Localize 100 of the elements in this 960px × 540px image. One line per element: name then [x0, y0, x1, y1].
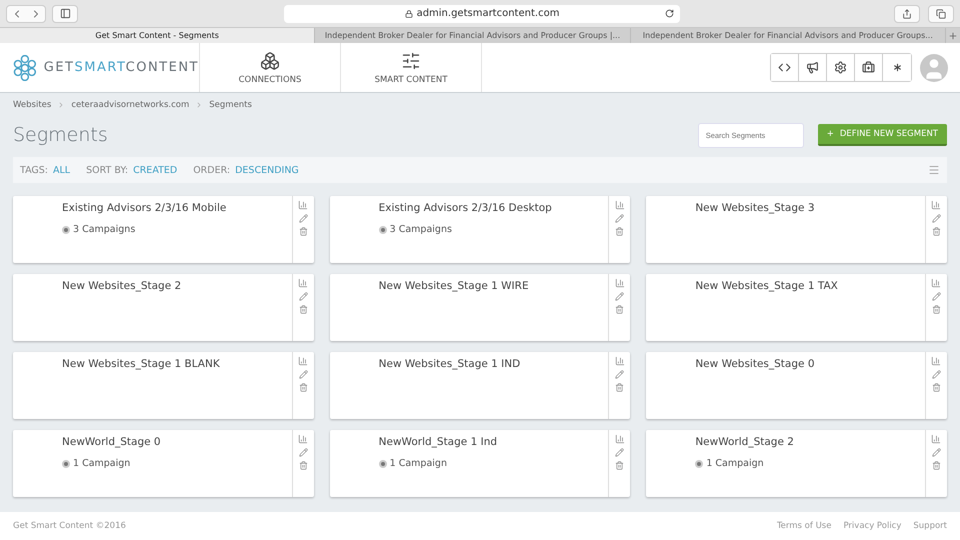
campaign-count: 3 Campaigns	[378, 224, 608, 235]
chart-icon[interactable]	[298, 200, 308, 210]
page-title: Segments	[13, 124, 108, 146]
trash-icon[interactable]	[615, 305, 624, 314]
edit-icon[interactable]	[615, 292, 624, 301]
segment-name: New Websites_Stage 1 TAX	[695, 280, 839, 292]
chart-icon[interactable]	[298, 356, 308, 366]
tabs-button[interactable]	[928, 4, 954, 22]
edit-icon[interactable]	[298, 448, 308, 457]
megaphone-icon	[806, 61, 819, 74]
chart-icon[interactable]	[931, 434, 942, 444]
filter-label: TAGS:	[20, 164, 48, 176]
nav-item[interactable]: CONNECTIONS	[200, 43, 341, 92]
plus-icon	[948, 30, 958, 40]
edit-icon[interactable]	[932, 370, 941, 379]
chart-icon[interactable]	[931, 278, 942, 288]
segment-card[interactable]: NewWorld_Stage 1 Ind 1 Campaign	[330, 430, 630, 497]
code-icon	[778, 61, 791, 74]
segment-name: New Websites_Stage 1 WIRE	[378, 280, 530, 292]
lock-icon	[404, 10, 413, 18]
chart-icon[interactable]	[931, 200, 942, 210]
tabs-icon	[936, 8, 946, 18]
logo-text: GETSMARTCONTENT	[44, 60, 199, 75]
chart-icon[interactable]	[614, 356, 625, 366]
segment-card[interactable]: NewWorld_Stage 2 1 Campaign	[646, 430, 947, 497]
share-button[interactable]	[894, 4, 920, 22]
segment-name: New Websites_Stage 3	[695, 202, 816, 214]
edit-icon[interactable]	[298, 292, 308, 301]
breadcrumb-item[interactable]: ceteraadvisornetworks.com	[71, 100, 190, 110]
edit-icon[interactable]	[298, 214, 308, 223]
segment-card[interactable]: New Websites_Stage 1 TAX	[646, 274, 947, 341]
edit-icon[interactable]	[615, 214, 624, 223]
edit-icon[interactable]	[615, 370, 624, 379]
edit-icon[interactable]	[615, 448, 624, 457]
segment-name: New Websites_Stage 0	[695, 358, 816, 370]
chart-icon[interactable]	[298, 434, 308, 444]
settings-icon	[834, 61, 847, 74]
segment-card[interactable]: Existing Advisors 2/3/16 Mobile 3 Campaigns	[13, 196, 314, 263]
trash-icon[interactable]	[615, 227, 624, 236]
campaign-count: 1 Campaign	[62, 458, 292, 469]
trash-icon[interactable]	[298, 305, 308, 314]
sidebar-icon	[60, 8, 70, 19]
campaign-dot-icon	[62, 460, 70, 468]
breadcrumb-item: Segments	[209, 100, 252, 110]
filter-label: SORT BY:	[86, 164, 128, 176]
segment-card[interactable]: New Websites_Stage 1 WIRE	[330, 274, 630, 341]
campaign-count: 3 Campaigns	[62, 224, 292, 235]
segment-name: NewWorld_Stage 2	[695, 436, 795, 448]
chart-icon[interactable]	[931, 356, 942, 366]
address-bar[interactable]: admin.getsmartcontent.com	[284, 4, 680, 22]
breadcrumb-item[interactable]: Websites	[13, 100, 52, 110]
trash-icon[interactable]	[298, 461, 308, 470]
segment-card[interactable]: New Websites_Stage 1 IND	[330, 352, 630, 419]
segment-name: NewWorld_Stage 0	[62, 436, 162, 448]
trash-icon[interactable]	[932, 227, 941, 236]
trash-icon[interactable]	[615, 383, 624, 392]
campaign-count: 1 Campaign	[695, 458, 925, 469]
segment-name: Existing Advisors 2/3/16 Desktop	[378, 202, 553, 214]
segment-card[interactable]: NewWorld_Stage 0 1 Campaign	[13, 430, 314, 497]
trash-icon[interactable]	[298, 383, 308, 392]
segment-name: NewWorld_Stage 1 Ind	[378, 436, 498, 448]
segment-name: New Websites_Stage 1 BLANK	[62, 358, 221, 370]
segment-card[interactable]: New Websites_Stage 0	[646, 352, 947, 419]
browser-tab[interactable]: Get Smart Content - Segments	[0, 28, 316, 43]
trash-icon[interactable]	[932, 461, 941, 470]
campaign-dot-icon	[378, 226, 387, 234]
trash-icon[interactable]	[932, 383, 941, 392]
browser-tab[interactable]: Independent Broker Dealer for Financial Advisors and Producer Groups...	[630, 28, 946, 43]
reload-icon[interactable]	[665, 9, 674, 18]
copyright: Get Smart Content ©2016	[13, 521, 126, 531]
segment-card[interactable]: New Websites_Stage 1 BLANK	[13, 352, 314, 419]
campaign-dot-icon	[378, 460, 387, 468]
sliders-icon	[401, 50, 421, 70]
campaign-dot-icon	[695, 460, 704, 468]
segment-card[interactable]: New Websites_Stage 3	[646, 196, 947, 263]
nav-item[interactable]: SMART CONTENT	[341, 43, 482, 92]
segment-card[interactable]: Existing Advisors 2/3/16 Desktop 3 Campaigns	[330, 196, 630, 263]
trash-icon[interactable]	[615, 461, 624, 470]
segment-name: Existing Advisors 2/3/16 Mobile	[62, 202, 228, 214]
edit-icon[interactable]	[932, 214, 941, 223]
sidebar-button[interactable]	[52, 4, 78, 22]
edit-icon[interactable]	[932, 448, 941, 457]
medical-kit-icon	[862, 61, 875, 74]
segment-card[interactable]: New Websites_Stage 2	[13, 274, 314, 341]
code-button[interactable]	[771, 54, 799, 81]
segment-name: New Websites_Stage 2	[62, 280, 182, 292]
back-forward-buttons[interactable]	[6, 4, 46, 22]
chart-icon[interactable]	[614, 200, 625, 210]
edit-icon[interactable]	[298, 370, 308, 379]
cubes-icon	[260, 50, 280, 70]
filter-label: ORDER:	[193, 164, 230, 176]
logo-icon	[12, 54, 38, 80]
menu-icon[interactable]	[928, 164, 940, 176]
edit-icon[interactable]	[932, 292, 941, 301]
chart-icon[interactable]	[614, 434, 625, 444]
campaign-count: 1 Campaign	[378, 458, 608, 469]
trash-icon[interactable]	[932, 305, 941, 314]
chart-icon[interactable]	[614, 278, 625, 288]
trash-icon[interactable]	[298, 227, 308, 236]
chart-icon[interactable]	[298, 278, 308, 288]
